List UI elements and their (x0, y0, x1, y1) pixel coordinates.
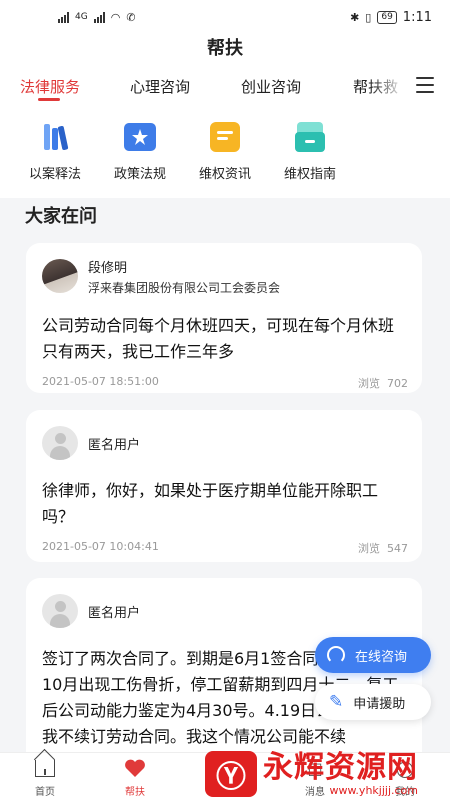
views-count: 547 (387, 542, 408, 555)
star-folder-icon (123, 120, 157, 154)
apply-assistance-button[interactable]: ✎ 申请援助 (315, 684, 431, 720)
quick-links: 以案释法 政策法规 维权资讯 维权指南 (0, 110, 450, 198)
clock: 1:11 (402, 9, 432, 25)
handshake-heart-icon (105, 757, 165, 779)
home-icon (35, 759, 55, 777)
headset-icon (327, 646, 345, 664)
page-title: 帮扶 (0, 34, 450, 64)
status-right: ✱ ▯ 69 1:11 (350, 10, 432, 25)
tab-fade (370, 64, 450, 110)
question-text: 公司劳动合同每个月休班四天，可现在每个月休班只有两天，我已工作三年多 (42, 316, 395, 361)
nav-label: 首页 (35, 787, 55, 798)
quick-link-label: 政策法规 (113, 167, 166, 182)
question-text: 徐律师，你好，如果处于医疗期单位能开除职工吗？ (42, 481, 379, 526)
document-icon (208, 120, 242, 154)
avatar (42, 259, 78, 293)
menu-icon[interactable] (416, 77, 434, 93)
nav-home[interactable]: 首页 (15, 757, 75, 798)
guide-box-icon (293, 120, 327, 154)
pen-icon: ✎ (329, 692, 344, 712)
quick-link-guide[interactable]: 维权指南 (270, 120, 350, 182)
question-author: 匿名用户 (42, 426, 408, 460)
wifi-icon: ◠ (110, 10, 121, 24)
bluetooth-icon: ✱ (350, 10, 360, 24)
question-author: 段修明 浮来春集团股份有限公司工会委员会 (42, 259, 408, 295)
question-date: 2021-05-07 10:04:41 (42, 540, 159, 553)
status-bar: 4G ◠ ✆ ✱ ▯ 69 1:11 (0, 0, 450, 34)
watermark-name: 永辉资源网 (263, 749, 418, 785)
call-icon: ✆ (126, 10, 136, 24)
author-org: 浮来春集团股份有限公司工会委员会 (88, 280, 281, 295)
tab-counseling[interactable]: 心理咨询 (130, 76, 190, 97)
question-meta: 2021-05-07 18:51:00 浏览 702 (42, 375, 408, 391)
watermark-logo-icon: Ⓨ (205, 751, 257, 797)
views-label: 浏览 (358, 542, 380, 555)
author-name: 匿名用户 (88, 437, 141, 453)
network-label: 4G (75, 12, 88, 22)
quick-link-cases[interactable]: 以案释法 (15, 120, 95, 182)
online-consult-button[interactable]: 在线咨询 (315, 637, 431, 673)
question-card[interactable]: 匿名用户 徐律师，你好，如果处于医疗期单位能开除职工吗？ 2021-05-07 … (26, 410, 422, 562)
section-title: 大家在问 (0, 198, 450, 242)
signal-icon-2 (93, 11, 105, 23)
avatar (42, 594, 78, 628)
nav-help[interactable]: 帮扶 (105, 757, 165, 798)
watermark: Ⓨ 永辉资源网 www.yhkjjjj.com (205, 748, 450, 800)
online-consult-label: 在线咨询 (355, 649, 408, 665)
question-views: 浏览 547 (358, 540, 408, 556)
avatar (42, 426, 78, 460)
question-date: 2021-05-07 18:51:00 (42, 375, 159, 388)
battery-icon: 69 (377, 10, 397, 24)
tab-startup[interactable]: 创业咨询 (241, 76, 301, 97)
question-card[interactable]: 段修明 浮来春集团股份有限公司工会委员会 公司劳动合同每个月休班四天，可现在每个… (26, 243, 422, 393)
quick-link-policy[interactable]: 政策法规 (100, 120, 180, 182)
tab-bar: 法律服务 心理咨询 创业咨询 帮扶救 (0, 64, 450, 110)
quick-link-label: 以案释法 (28, 167, 81, 182)
quick-link-news[interactable]: 维权资讯 (185, 120, 265, 182)
author-name: 匿名用户 (88, 605, 141, 621)
status-left: 4G ◠ ✆ (58, 11, 136, 24)
books-icon (38, 120, 72, 154)
signal-icon (58, 11, 69, 23)
quick-link-label: 维权指南 (283, 167, 336, 182)
question-views: 浏览 702 (358, 375, 408, 391)
active-tab-indicator (38, 98, 60, 101)
views-count: 702 (387, 377, 408, 390)
question-meta: 2021-05-07 10:04:41 浏览 547 (42, 540, 408, 556)
question-author: 匿名用户 (42, 594, 408, 628)
vibrate-icon: ▯ (365, 10, 372, 24)
apply-assistance-label: 申请援助 (353, 696, 406, 712)
views-label: 浏览 (358, 377, 380, 390)
quick-link-label: 维权资讯 (198, 167, 251, 182)
tab-legal-service[interactable]: 法律服务 (20, 76, 80, 97)
nav-label: 帮扶 (125, 787, 145, 798)
watermark-url: www.yhkjjjj.com (329, 783, 418, 797)
author-name: 段修明 (88, 260, 128, 276)
